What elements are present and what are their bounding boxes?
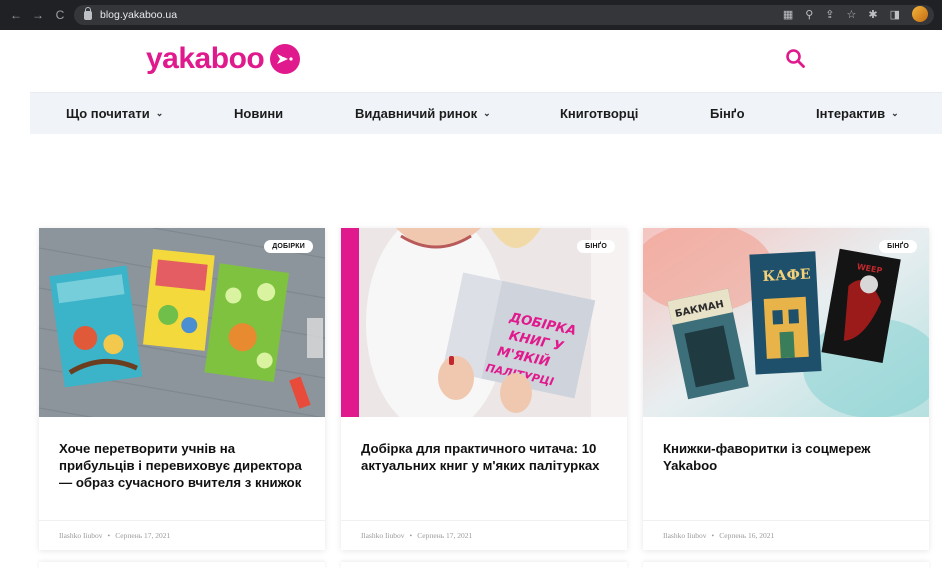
- browser-toolbar: ← → C blog.yakaboo.ua ▦ ⚲ ⇪ ☆ ✱ ◨: [0, 0, 942, 30]
- translate-icon[interactable]: ▦: [783, 8, 793, 21]
- article-title[interactable]: Хоче перетворити учнів на прибульців і п…: [59, 440, 309, 491]
- chevron-down-icon: ⌄: [483, 108, 491, 118]
- chevron-down-icon: ⌄: [155, 108, 164, 118]
- author-name[interactable]: Ilashko Iiubov: [59, 531, 103, 540]
- rocket-arrow-icon: [277, 54, 293, 64]
- article-image[interactable]: ДОБІРКА КНИГ У М'ЯКІЙ ПАЛІТУРЦІ БІНҐО: [341, 228, 627, 417]
- svg-text:КАФЕ: КАФЕ: [762, 267, 811, 285]
- article-meta: Ilashko Iiubov • Серпень 17, 2021: [39, 520, 325, 550]
- nav-item-bookmakers[interactable]: Книготворці: [560, 106, 638, 121]
- nav-label: Бінґо: [710, 106, 745, 121]
- logo-mark-icon: [270, 44, 301, 74]
- three-books-image: БАКМАН КАФЕ WEEP: [643, 228, 929, 417]
- star-icon[interactable]: ☆: [847, 8, 857, 21]
- nav-label: Що почитати: [66, 106, 150, 121]
- nav-item-publishing-market[interactable]: Видавничий ринок ⌄: [355, 106, 491, 121]
- author-name[interactable]: Ilashko Iiubov: [663, 531, 707, 540]
- article-card[interactable]: ДОБІРКА КНИГ У М'ЯКІЙ ПАЛІТУРЦІ БІНҐО До…: [341, 228, 627, 550]
- forward-icon[interactable]: →: [32, 8, 44, 22]
- article-card-next[interactable]: [341, 562, 627, 569]
- zoom-icon[interactable]: ⚲: [805, 8, 813, 21]
- woman-reading-image: ДОБІРКА КНИГ У М'ЯКІЙ ПАЛІТУРЦІ: [341, 228, 627, 417]
- article-meta: Ilashko Iiubov • Серпень 17, 2021: [341, 520, 627, 550]
- category-badge[interactable]: ДОБІРКИ: [264, 240, 313, 253]
- article-image[interactable]: БАКМАН КАФЕ WEEP БІНҐО: [643, 228, 929, 417]
- site-header: yakaboo: [0, 30, 942, 90]
- article-card[interactable]: ДОБІРКИ Хоче перетворити учнів на прибул…: [39, 228, 325, 550]
- yakaboo-logo[interactable]: yakaboo: [146, 42, 301, 76]
- separator: •: [409, 531, 413, 540]
- profile-avatar[interactable]: [912, 6, 928, 22]
- browser-actions: ▦ ⚲ ⇪ ☆ ✱ ◨: [783, 6, 928, 22]
- nav-item-news[interactable]: Новини: [234, 106, 283, 121]
- article-card-next[interactable]: [643, 562, 929, 569]
- nav-item-bingo[interactable]: Бінґо: [710, 106, 745, 121]
- article-card[interactable]: БАКМАН КАФЕ WEEP БІНҐО Книжки-фаворитки …: [643, 228, 929, 550]
- url-text: blog.yakaboo.ua: [100, 9, 178, 21]
- category-badge[interactable]: БІНҐО: [879, 240, 917, 253]
- books-on-wood-image: [39, 228, 325, 417]
- logo-text: yakaboo: [146, 42, 265, 75]
- lock-icon[interactable]: [84, 6, 92, 20]
- nav-item-what-to-read[interactable]: Що почитати ⌄: [66, 106, 163, 121]
- sidepanel-icon[interactable]: ◨: [890, 8, 900, 21]
- chevron-down-icon: ⌄: [891, 108, 899, 118]
- article-image[interactable]: ДОБІРКИ: [39, 228, 325, 417]
- publish-date: Серпень 17, 2021: [417, 531, 473, 540]
- category-badge[interactable]: БІНҐО: [577, 240, 615, 253]
- nav-label: Інтерактив: [816, 106, 886, 121]
- nav-label: Книготворці: [560, 106, 639, 121]
- browser-nav: ← → C: [0, 8, 66, 22]
- article-card-next[interactable]: [39, 562, 325, 569]
- publish-date: Серпень 17, 2021: [115, 531, 171, 540]
- share-icon[interactable]: ⇪: [825, 8, 834, 21]
- nav-label: Новини: [234, 106, 284, 121]
- author-name[interactable]: Ilashko Iiubov: [361, 531, 405, 540]
- main-nav: Що почитати ⌄ Новини Видавничий ринок ⌄ Кн…: [30, 92, 942, 134]
- separator: •: [107, 531, 111, 540]
- publish-date: Серпень 16, 2021: [719, 531, 775, 540]
- article-title[interactable]: Добірка для практичного читача: 10 актуа…: [361, 440, 611, 474]
- nav-label: Видавничий ринок: [355, 106, 478, 121]
- back-icon[interactable]: ←: [10, 8, 22, 22]
- nav-item-interactive[interactable]: Інтерактив ⌄: [816, 106, 899, 121]
- search-icon[interactable]: [785, 48, 805, 68]
- separator: •: [711, 531, 715, 540]
- reload-icon[interactable]: C: [54, 8, 66, 22]
- article-meta: Ilashko Iiubov • Серпень 16, 2021: [643, 520, 929, 550]
- article-title[interactable]: Книжки-фаворитки із соцмереж Yakaboo: [663, 440, 913, 474]
- extensions-icon[interactable]: ✱: [868, 8, 877, 21]
